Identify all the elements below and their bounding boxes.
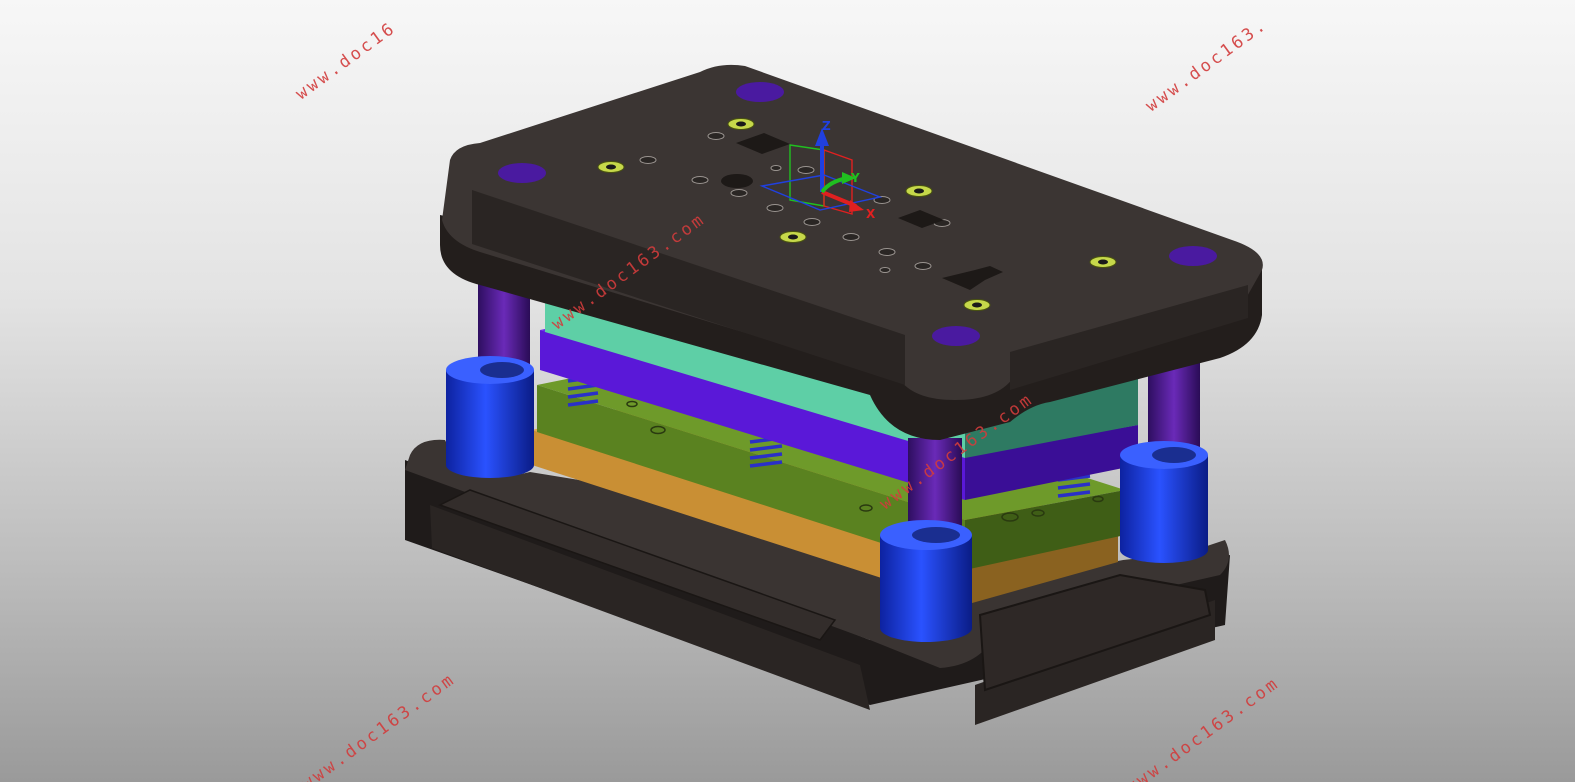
guide-bushing-front	[880, 520, 972, 642]
triad-z-label: Z	[822, 119, 831, 133]
die-set-model[interactable]: Z Y X	[0, 0, 1575, 782]
triad-y-label: Y	[850, 171, 860, 185]
guide-bushing-back-left	[446, 356, 534, 478]
triad-x-label: X	[866, 207, 876, 221]
cad-3d-viewport[interactable]: Z Y X www.doc16 www.doc163. www.doc163.c…	[0, 0, 1575, 782]
round-hole	[721, 174, 753, 188]
pillar-cap-right	[1169, 246, 1217, 266]
pillar-cap-left	[498, 163, 546, 183]
guide-bushing-back-right	[1120, 441, 1208, 563]
pillar-cap-front	[932, 326, 980, 346]
pillar-cap-back	[736, 82, 784, 102]
